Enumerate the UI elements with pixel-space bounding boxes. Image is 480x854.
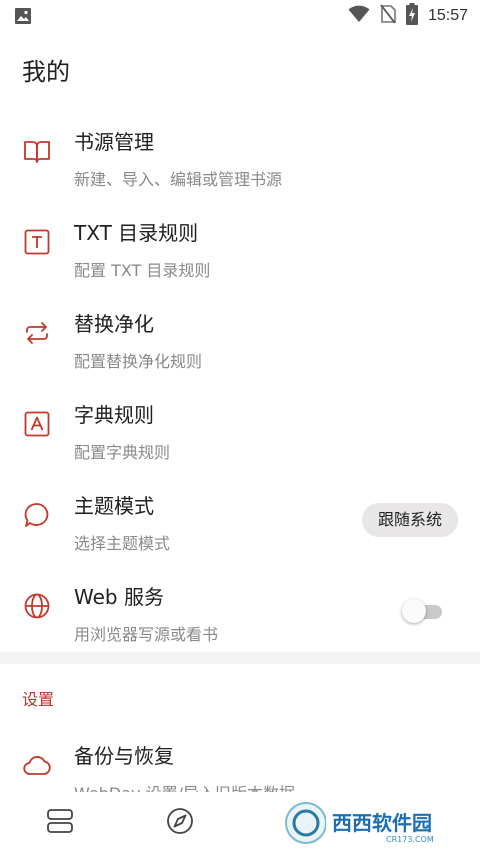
page-title: 我的 bbox=[22, 58, 70, 86]
book-source-management-item[interactable]: 书源管理 新建、导入、编辑或管理书源 bbox=[0, 108, 480, 198]
item-subtitle: 配置替换净化规则 bbox=[74, 352, 203, 371]
theme-mode-value-chip[interactable]: 跟随系统 bbox=[361, 503, 458, 537]
clock: 15:57 bbox=[427, 7, 468, 24]
globe-icon bbox=[22, 591, 52, 621]
letter-a-box-icon bbox=[22, 409, 52, 439]
item-title: 替换净化 bbox=[74, 312, 154, 336]
wifi-icon bbox=[348, 5, 370, 27]
cloud-icon bbox=[22, 750, 52, 780]
nav-discover[interactable] bbox=[120, 792, 240, 854]
item-subtitle: 用浏览器写源或看书 bbox=[74, 625, 219, 644]
item-subtitle: 配置 TXT 目录规则 bbox=[74, 261, 211, 280]
item-title: 主题模式 bbox=[74, 494, 154, 518]
item-title: 备份与恢复 bbox=[74, 744, 174, 768]
text-box-icon bbox=[22, 227, 52, 257]
txt-toc-rule-item[interactable]: TXT 目录规则 配置 TXT 目录规则 bbox=[0, 199, 480, 289]
web-service-toggle[interactable] bbox=[402, 599, 446, 625]
item-subtitle: 配置字典规则 bbox=[74, 443, 171, 462]
compass-icon bbox=[167, 808, 193, 834]
nav-bookshelf[interactable] bbox=[0, 792, 120, 854]
item-title: 书源管理 bbox=[74, 130, 154, 154]
section-divider bbox=[0, 652, 480, 664]
status-bar: 15:57 bbox=[0, 0, 480, 32]
item-subtitle: 新建、导入、编辑或管理书源 bbox=[74, 170, 283, 189]
no-sim-icon bbox=[380, 4, 396, 28]
theme-bubble-icon bbox=[22, 500, 52, 530]
toggle-thumb bbox=[402, 599, 426, 623]
web-service-item[interactable]: Web 服务 用浏览器写源或看书 bbox=[0, 563, 480, 653]
dictionary-rule-item[interactable]: 字典规则 配置字典规则 bbox=[0, 381, 480, 471]
item-title: TXT 目录规则 bbox=[74, 221, 199, 245]
battery-charging-icon bbox=[405, 3, 418, 29]
watermark-logo: 西西软件园 CR173.COM bbox=[282, 800, 462, 846]
item-title: 字典规则 bbox=[74, 403, 154, 427]
replace-purify-item[interactable]: 替换净化 配置替换净化规则 bbox=[0, 290, 480, 380]
settings-section-title: 设置 bbox=[22, 690, 55, 709]
watermark-subtext: CR173.COM bbox=[386, 835, 434, 844]
watermark-text: 西西软件园 bbox=[332, 811, 432, 835]
item-subtitle: 选择主题模式 bbox=[74, 534, 171, 553]
swap-arrows-icon bbox=[22, 318, 52, 348]
open-book-icon bbox=[22, 136, 52, 166]
bookshelf-icon bbox=[47, 809, 73, 833]
image-notification-icon bbox=[14, 7, 32, 29]
item-title: Web 服务 bbox=[74, 585, 164, 609]
theme-mode-item[interactable]: 主题模式 选择主题模式 跟随系统 bbox=[0, 472, 480, 562]
